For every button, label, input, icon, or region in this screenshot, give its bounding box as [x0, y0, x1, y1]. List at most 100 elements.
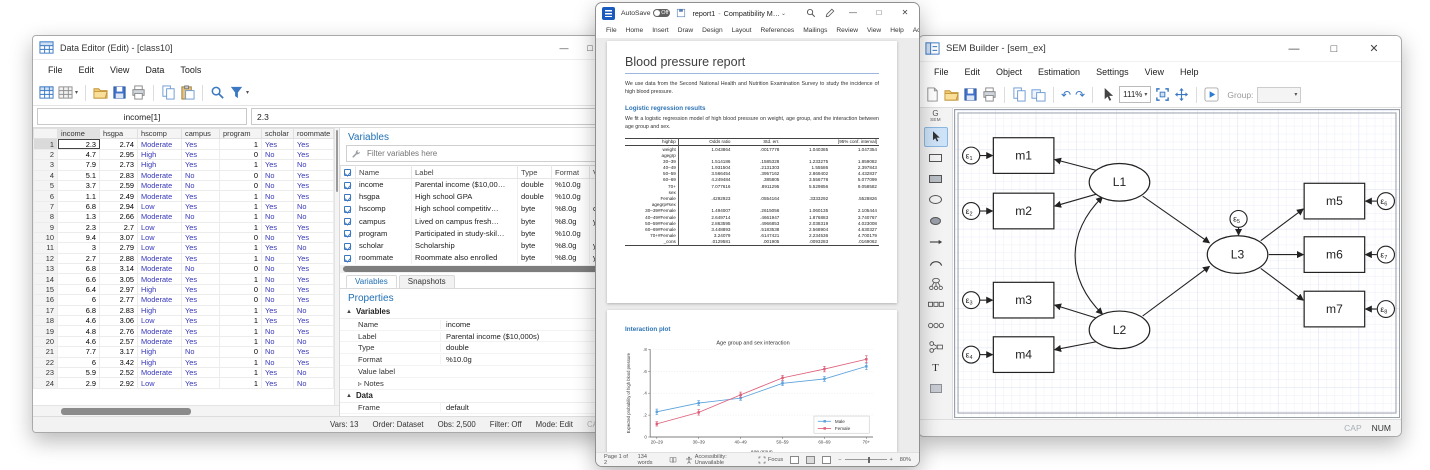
cell[interactable]: No — [262, 336, 294, 346]
cell[interactable]: 1 — [220, 316, 262, 326]
select-tool[interactable] — [924, 127, 948, 147]
undo-icon[interactable]: ↶ — [1061, 89, 1071, 101]
cell[interactable]: 6 — [58, 295, 100, 305]
cell[interactable]: Yes — [182, 378, 220, 388]
cell[interactable]: 0 — [220, 284, 262, 294]
data-editor-mode-icon[interactable] — [39, 85, 54, 100]
cell[interactable]: Low — [138, 201, 182, 211]
varlist-header-format[interactable]: Format — [552, 166, 590, 179]
cell[interactable]: Yes — [262, 378, 294, 388]
cell[interactable]: Yes — [182, 295, 220, 305]
close-button[interactable]: ✕ — [897, 4, 913, 22]
column-header-hsgpa[interactable]: hsgpa — [100, 129, 138, 139]
tab-acrobat[interactable]: Acrobat — [909, 25, 920, 36]
cell[interactable]: High — [138, 284, 182, 294]
minimize-button[interactable]: — — [1281, 40, 1307, 58]
cell[interactable]: 1 — [220, 274, 262, 284]
cell[interactable]: No — [262, 253, 294, 263]
variable-checkbox[interactable] — [344, 194, 351, 201]
property-section-variables[interactable]: ▲Variables — [340, 306, 609, 319]
cell[interactable]: Yes — [182, 253, 220, 263]
open-icon[interactable] — [944, 87, 959, 102]
latent-set-tool[interactable] — [924, 316, 948, 336]
cell[interactable]: No — [294, 212, 334, 222]
variable-checkbox[interactable] — [344, 218, 351, 225]
measurement-component-tool[interactable] — [924, 274, 948, 294]
autosave-switch[interactable]: Off — [653, 9, 670, 17]
cell[interactable]: No — [294, 243, 334, 253]
sem-error-ε7[interactable]: ε7 — [1377, 246, 1394, 263]
sem-titlebar[interactable]: SEM Builder - [sem_ex] — □ ✕ — [919, 36, 1401, 62]
variable-checkbox[interactable] — [344, 255, 351, 262]
variable-checkbox[interactable] — [344, 182, 351, 189]
maximize-button[interactable]: □ — [1321, 40, 1347, 58]
menu-file[interactable]: File — [41, 62, 70, 78]
cell[interactable]: 0 — [220, 170, 262, 180]
cell[interactable]: 1 — [220, 243, 262, 253]
cell[interactable]: 2.79 — [100, 243, 138, 253]
variable-row[interactable]: programParticipated in study-skil…byte%1… — [341, 227, 609, 239]
cell[interactable]: Yes — [294, 264, 334, 274]
cell[interactable]: High — [138, 149, 182, 159]
tab-layout[interactable]: Layout — [728, 25, 756, 36]
area-tool[interactable] — [924, 379, 948, 399]
cell[interactable]: 4.8 — [58, 326, 100, 336]
cell[interactable]: 2.59 — [100, 180, 138, 190]
cell[interactable]: No — [262, 170, 294, 180]
table-row[interactable]: 242.92.92LowYes1YesNo — [34, 378, 334, 388]
data-browser-mode-icon[interactable] — [58, 85, 73, 100]
cell[interactable]: 1 — [220, 191, 262, 201]
cell[interactable]: 2.57 — [100, 336, 138, 346]
cell[interactable]: 6.8 — [58, 201, 100, 211]
cell[interactable]: 1.1 — [58, 191, 100, 201]
table-row[interactable]: 146.63.05ModerateYes1NoYes — [34, 274, 334, 284]
cell[interactable]: No — [294, 201, 334, 211]
cell[interactable]: No — [182, 170, 220, 180]
cell[interactable]: Low — [138, 378, 182, 388]
cell[interactable]: Yes — [294, 139, 334, 149]
close-button[interactable]: ✕ — [1361, 40, 1387, 58]
cell[interactable]: 1 — [34, 139, 58, 149]
cell[interactable]: Yes — [182, 139, 220, 149]
menu-edit[interactable]: Edit — [72, 62, 102, 78]
cell[interactable]: 2.95 — [100, 149, 138, 159]
menu-object[interactable]: Object — [989, 64, 1029, 80]
variable-row[interactable]: scholarScholarshipbyte%8.0gye — [341, 239, 609, 251]
cell[interactable]: Low — [138, 232, 182, 242]
cell[interactable]: 1 — [220, 222, 262, 232]
cell[interactable]: 2.7 — [58, 253, 100, 263]
sem-error-ε6[interactable]: ε6 — [1377, 193, 1394, 210]
sem-error-ε1[interactable]: ε1 — [963, 147, 980, 164]
observed-set-tool[interactable] — [924, 295, 948, 315]
property-row[interactable]: Value label — [340, 366, 609, 378]
word-titlebar[interactable]: AutoSave Off report1-Compatibility M…⌄ —… — [596, 3, 919, 23]
cell[interactable]: 1 — [220, 212, 262, 222]
cell[interactable]: 6.6 — [58, 274, 100, 284]
table-row[interactable]: 24.72.95HighYes0NoYes — [34, 149, 334, 159]
cell[interactable]: Moderate — [138, 253, 182, 263]
cell[interactable]: 3.14 — [100, 264, 138, 274]
cell[interactable]: No — [294, 336, 334, 346]
cell[interactable]: 3 — [34, 160, 58, 170]
data-grid-horizontal-scrollbar[interactable] — [33, 405, 339, 416]
cell[interactable]: 13 — [34, 264, 58, 274]
observed-variable-tool[interactable] — [924, 148, 948, 168]
variable-row[interactable]: hsgpaHigh school GPAdouble%10.0g — [341, 191, 609, 203]
cell[interactable]: Yes — [294, 170, 334, 180]
group-select[interactable]: ▾ — [1257, 87, 1301, 103]
fit-in-window-icon[interactable] — [1155, 87, 1170, 102]
tab-design[interactable]: Design — [698, 25, 727, 36]
variable-filter-box[interactable] — [346, 145, 603, 162]
cell[interactable]: 9 — [34, 222, 58, 232]
cell[interactable]: Yes — [294, 232, 334, 242]
print-icon[interactable] — [131, 85, 146, 100]
quick-save-icon[interactable] — [676, 8, 686, 18]
tab-variables[interactable]: Variables — [346, 275, 397, 288]
cell[interactable]: 16 — [34, 295, 58, 305]
table-row[interactable]: 53.72.59ModerateNo0NoYes — [34, 180, 334, 190]
cell[interactable]: No — [262, 232, 294, 242]
table-row[interactable]: 2263.42HighYes1NoYes — [34, 357, 334, 367]
cell[interactable]: 3 — [58, 243, 100, 253]
cell[interactable]: Moderate — [138, 212, 182, 222]
mode-dropdown-caret[interactable]: ▾ — [75, 89, 78, 96]
